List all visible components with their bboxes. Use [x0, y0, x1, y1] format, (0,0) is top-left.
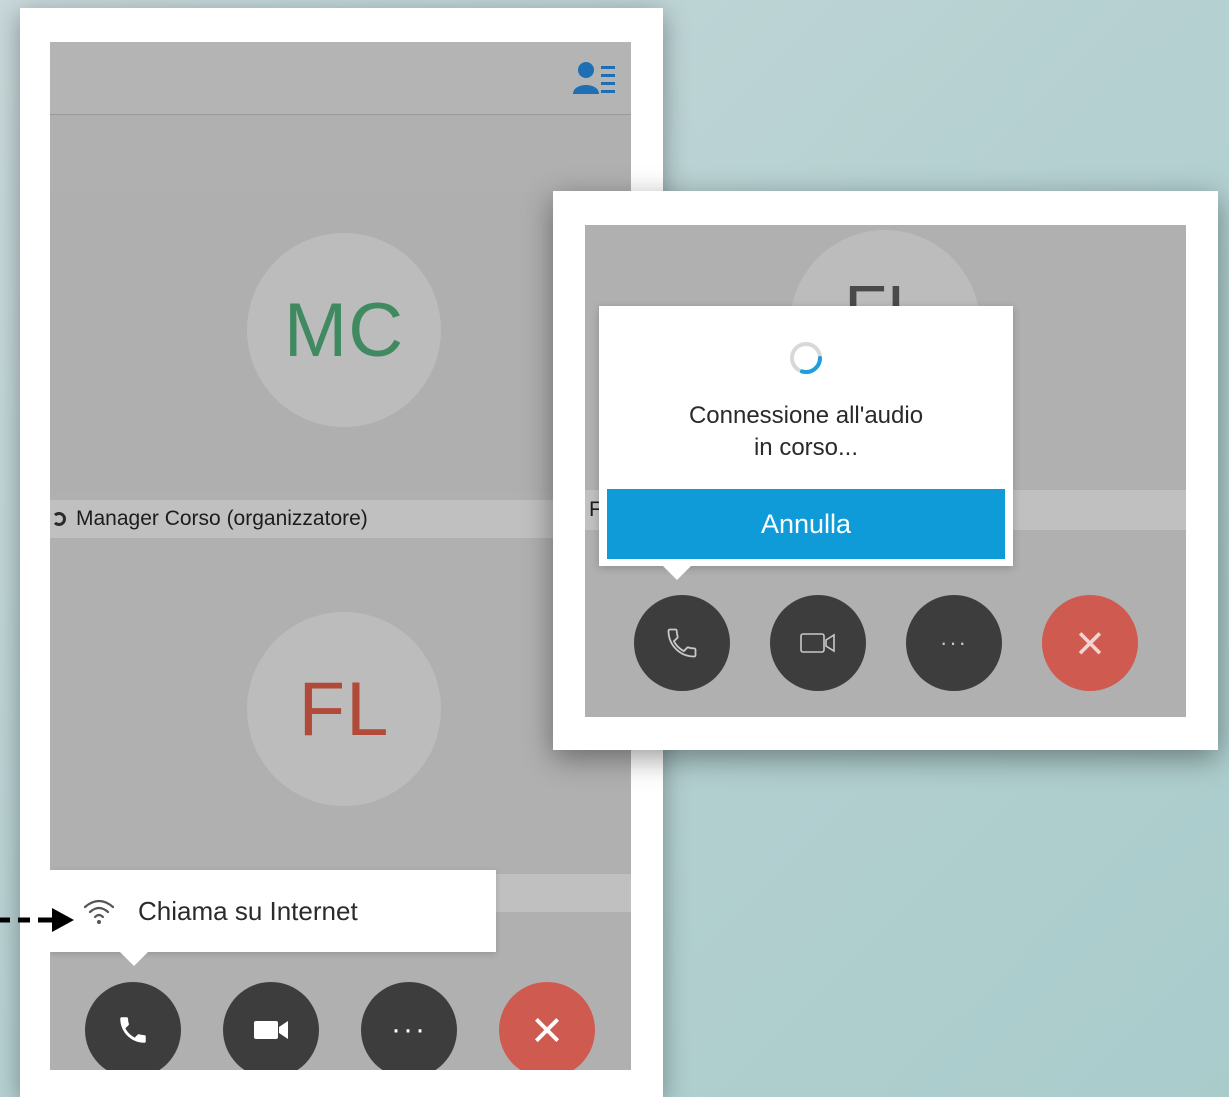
video-button[interactable] — [223, 982, 319, 1070]
call-controls: ··· × — [50, 982, 631, 1070]
participants-list-icon[interactable] — [573, 60, 615, 96]
more-icon: ··· — [940, 630, 968, 655]
meeting-screen-right: FL F Connessione all'audio in corso... A… — [585, 225, 1186, 717]
call-controls: ··· × — [585, 595, 1186, 691]
audio-button[interactable] — [85, 982, 181, 1070]
phone-icon — [667, 628, 697, 658]
audio-status-icon — [52, 512, 66, 526]
spinner-icon — [790, 342, 822, 374]
right-screenshot-card: FL F Connessione all'audio in corso... A… — [553, 191, 1218, 750]
dialog-message-line1: Connessione all'audio — [688, 402, 924, 429]
avatar: MC — [247, 233, 441, 427]
end-call-button[interactable]: × — [499, 982, 595, 1070]
call-over-internet-option[interactable]: Chiama su Internet — [50, 870, 496, 966]
video-camera-icon — [800, 633, 835, 653]
participant-name: Manager Corso (organizzatore) — [76, 507, 368, 530]
more-button[interactable]: ··· — [906, 595, 1002, 691]
video-camera-icon — [254, 1021, 288, 1039]
close-icon: × — [1075, 615, 1105, 671]
phone-icon — [120, 1017, 146, 1043]
more-button[interactable]: ··· — [361, 982, 457, 1070]
more-icon: ··· — [391, 1013, 427, 1046]
avatar: FL — [247, 612, 441, 806]
meeting-screen-left: MC Manager Corso (organizzatore) FL Chia… — [50, 42, 631, 1070]
video-button[interactable] — [770, 595, 866, 691]
audio-button[interactable] — [634, 595, 730, 691]
dialog-message: Connessione all'audio in corso... — [599, 400, 1013, 464]
participant-name-bar: Manager Corso (organizzatore) — [50, 500, 631, 538]
cancel-button[interactable]: Annulla — [607, 489, 1005, 559]
connecting-audio-dialog: Connessione all'audio in corso... Annull… — [599, 306, 1013, 580]
tooltip-label: Chiama su Internet — [138, 895, 358, 926]
top-bar — [50, 42, 631, 115]
wifi-icon — [83, 899, 115, 924]
arrow-right-icon — [0, 908, 74, 932]
end-call-button[interactable]: × — [1042, 595, 1138, 691]
close-icon: × — [531, 1000, 563, 1060]
dialog-message-line2: in corso... — [753, 434, 859, 461]
